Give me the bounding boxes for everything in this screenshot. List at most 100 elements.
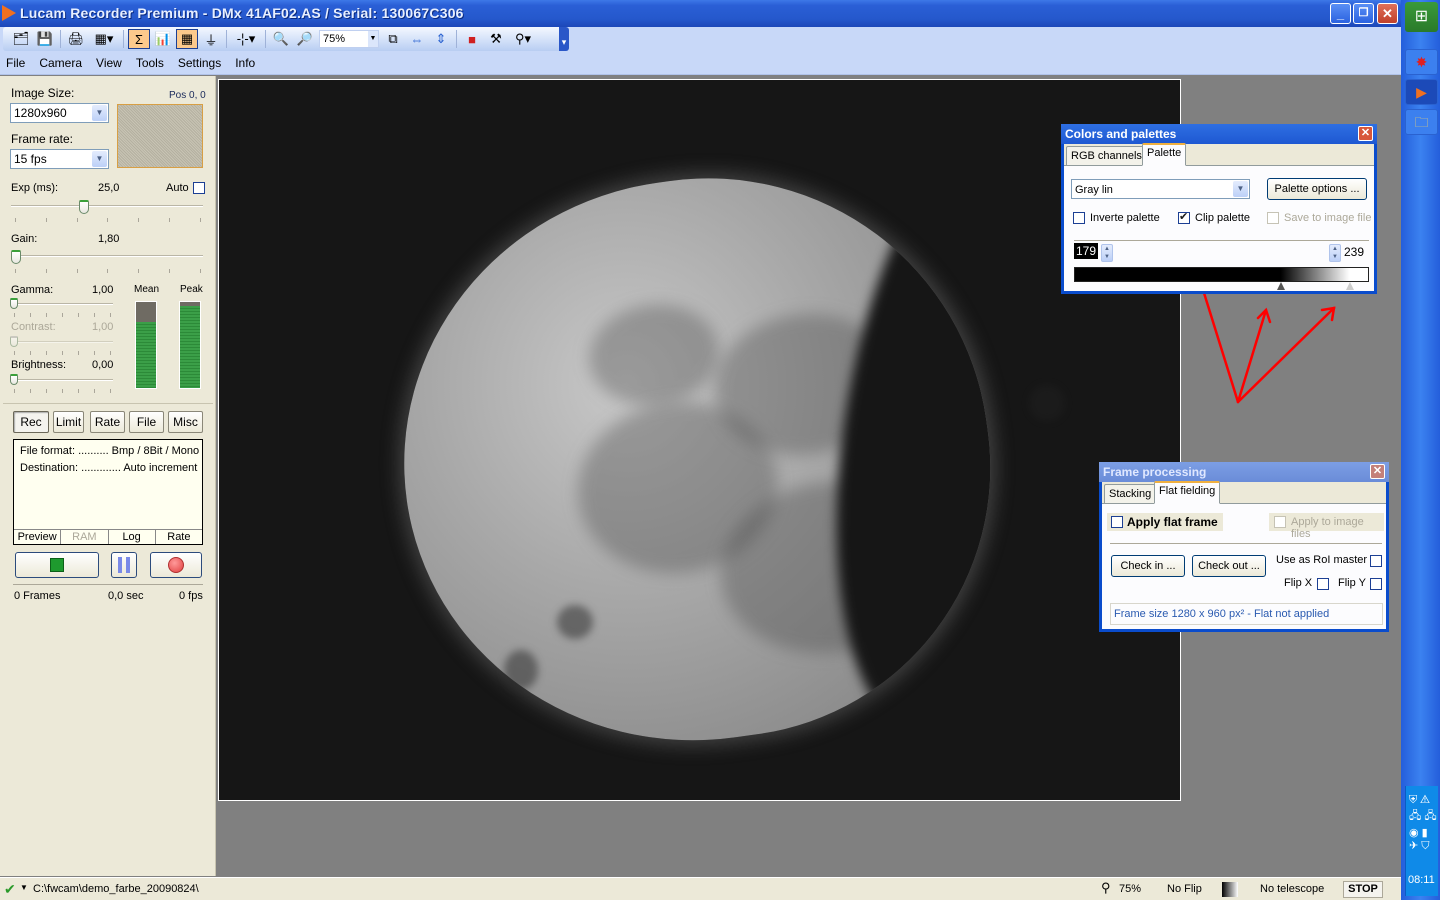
gain-value: 1,80 [98,233,120,245]
flip-y-checkbox[interactable] [1370,578,1382,590]
palette-gradient-bar[interactable] [1074,267,1369,282]
slider-thumb[interactable] [10,298,18,309]
filter-icon[interactable]: ⏚ [200,29,222,49]
close-button[interactable]: ✕ [1377,3,1398,24]
gamma-slider[interactable] [10,298,113,312]
chevron-down-icon[interactable]: ▼ [92,105,107,121]
menu-tools[interactable]: Tools [136,56,164,70]
frame-rate-select[interactable]: 15 fps ▼ [10,149,109,169]
low-clip-input[interactable]: 179 [1074,243,1099,259]
footer-rate[interactable]: Rate [156,530,202,544]
fit-height-icon[interactable]: ⇕ [430,29,452,49]
roi-preview[interactable] [117,104,203,168]
tab-rec[interactable]: Rec [13,411,49,433]
tools-icon[interactable]: ⚒ [485,29,507,49]
start-button[interactable]: ⊞ [1405,2,1438,32]
palette-select[interactable]: Gray lin ▼ [1071,179,1250,199]
image-size-value: 1280x960 [14,106,67,120]
camera-image[interactable] [218,79,1181,801]
palette-options-button[interactable]: Palette options ... [1267,178,1367,200]
minimize-button[interactable]: _ [1330,3,1351,24]
zoom-combo[interactable]: 75% ▼ [319,30,379,48]
fit-width-icon[interactable]: ⇔ [406,29,428,49]
close-icon[interactable]: ✕ [1370,464,1385,479]
high-clip-input[interactable]: 239 [1344,245,1364,259]
print-icon[interactable]: 🖨 [65,29,87,49]
tab-rgb-channels[interactable]: RGB channels [1066,146,1147,166]
stop-status-button[interactable]: STOP [1343,881,1383,898]
restore-button[interactable]: ❐ [1353,3,1374,24]
high-clip-marker[interactable] [1346,282,1355,290]
zoom-out-icon[interactable]: 🔎 [294,29,316,49]
menu-info[interactable]: Info [235,56,255,70]
crosshair-icon[interactable]: -¦-▾ [231,29,261,49]
exposure-slider[interactable] [11,200,203,214]
sum-icon[interactable]: Σ [128,29,150,49]
inverte-palette-checkbox[interactable] [1073,212,1085,224]
open-icon[interactable]: 🗂 [10,29,32,49]
roi-master-checkbox[interactable] [1370,555,1382,567]
taskbar-app-explorer[interactable]: 🗀 [1405,109,1438,135]
tab-file[interactable]: File [129,411,164,433]
footer-log[interactable]: Log [109,530,156,544]
slider-thumb[interactable] [11,250,21,264]
chevron-down-icon[interactable]: ▼ [368,31,378,47]
dark-spot [1029,385,1065,421]
slider-thumb[interactable] [79,200,89,214]
apply-to-image-files-checkbox [1274,516,1286,528]
save-to-image-file-label: Save to image file [1284,212,1372,224]
chevron-down-icon[interactable]: ▼ [1233,181,1248,197]
histogram-icon[interactable]: 📊 [152,29,174,49]
taskbar-app-paint[interactable]: ✸ [1405,49,1438,75]
taskbar-app-lucam[interactable]: ▶ [1405,79,1438,105]
divider [3,403,213,404]
gamma-label: Gamma: [11,284,54,296]
pause-button[interactable] [111,552,137,578]
flip-x-checkbox[interactable] [1317,578,1329,590]
grid-icon[interactable]: ▦▾ [89,29,119,49]
menu-camera[interactable]: Camera [39,56,82,70]
menu-file[interactable]: File [6,56,25,70]
toolbar-options-icon[interactable]: ▾ [559,27,569,51]
frame-rate-label: Frame rate: [11,132,74,146]
save-icon[interactable]: 💾 [34,29,56,49]
brightness-slider[interactable] [10,374,113,388]
monitor-icon[interactable]: ■ [461,29,483,49]
menu-view[interactable]: View [96,56,122,70]
image-size-select[interactable]: 1280x960 ▼ [10,103,109,123]
gain-slider[interactable] [11,250,203,264]
zoom-value: 75% [323,33,346,45]
tab-limit[interactable]: Limit [53,411,84,433]
frame-processing-title-bar[interactable]: Frame processing ✕ [1099,462,1389,482]
colors-palettes-title-bar[interactable]: Colors and palettes ✕ [1061,124,1377,144]
tab-flat-fielding[interactable]: Flat fielding [1154,481,1221,504]
close-icon[interactable]: ✕ [1358,126,1373,141]
tab-stacking[interactable]: Stacking [1104,484,1157,504]
low-clip-spinner[interactable]: ▲ ▼ [1101,244,1113,262]
check-icon[interactable]: ✔ [4,881,16,898]
telescope-icon[interactable]: ⚲▾ [509,29,537,49]
palette-preview-icon [1222,882,1238,897]
apply-flat-frame-checkbox[interactable] [1111,516,1123,528]
stop-button[interactable] [15,552,99,578]
high-clip-spinner[interactable]: ▲ ▼ [1329,244,1341,262]
tab-palette[interactable]: Palette [1142,143,1187,166]
record-button[interactable] [150,552,202,578]
check-in-button[interactable]: Check in ... [1111,555,1185,577]
tab-misc[interactable]: Misc [168,411,203,433]
tab-rate[interactable]: Rate [90,411,125,433]
chevron-down-icon[interactable]: ▼ [20,883,28,892]
fit-window-icon[interactable]: ⧉ [382,29,404,49]
dark-spot [557,605,593,639]
zoom-in-icon[interactable]: 🔍 [270,29,292,49]
slider-thumb[interactable] [10,374,18,385]
menu-settings[interactable]: Settings [178,56,221,70]
auto-exposure-checkbox[interactable] [193,182,205,194]
footer-preview[interactable]: Preview [14,530,62,544]
tray-icons[interactable]: ⛨ ⚠ 🖧 🖧 ◉ ▮ ✈ ⛉ [1409,794,1437,853]
check-out-button[interactable]: Check out ... [1192,555,1266,577]
chevron-down-icon[interactable]: ▼ [92,151,107,167]
clip-palette-checkbox[interactable] [1178,210,1190,224]
overlay-icon[interactable]: ▦ [176,29,198,49]
low-clip-marker[interactable] [1277,282,1286,290]
